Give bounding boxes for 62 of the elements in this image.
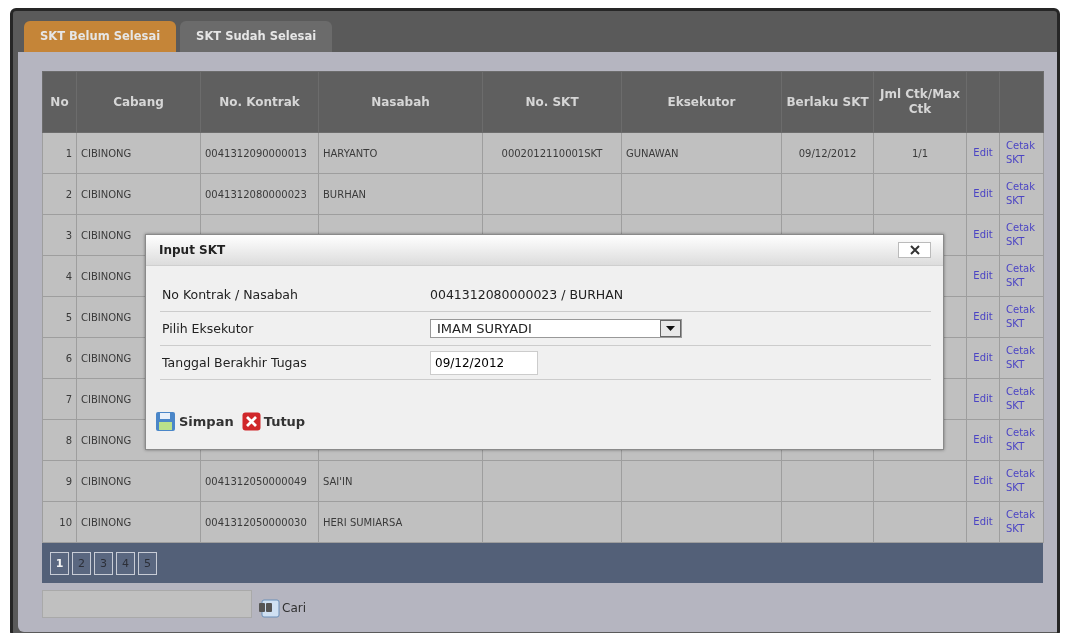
table-cell: 0002012110001SKT [482, 132, 622, 174]
page-button[interactable]: 4 [116, 551, 135, 575]
table-cell: 1/1 [873, 132, 967, 174]
table-cell: 3 [42, 214, 77, 256]
table-cell: 0041312080000023 [200, 173, 319, 215]
page-button[interactable]: 3 [94, 551, 113, 575]
column-header: Jml Ctk/Max Ctk [873, 71, 967, 133]
dropdown[interactable]: IMAM SURYADI [430, 319, 682, 338]
edit-link[interactable]: Edit [973, 146, 993, 160]
edit-link[interactable]: Edit [973, 392, 993, 406]
table-cell: 9 [42, 460, 77, 502]
edit-link[interactable]: Edit [973, 515, 993, 529]
page-button[interactable]: 5 [138, 551, 157, 575]
table-cell: 8 [42, 419, 77, 461]
page-button[interactable]: 1 [50, 551, 69, 575]
table-cell: CIBINONG [76, 501, 201, 543]
table-cell: 10 [42, 501, 77, 543]
table-cell: CIBINONG [76, 460, 201, 502]
table-cell: 5 [42, 296, 77, 338]
table-cell: 1 [42, 132, 77, 174]
table-cell: HARYANTO [318, 132, 483, 174]
column-header: Nasabah [318, 71, 483, 133]
column-header: No [42, 71, 77, 133]
edit-link[interactable]: Edit [973, 187, 993, 201]
edit-link[interactable]: Edit [973, 310, 993, 324]
date-field[interactable]: 09/12/2012 [430, 350, 538, 375]
table-cell: 7 [42, 378, 77, 420]
table-cell: 0041312050000030 [200, 501, 319, 543]
close-icon [909, 245, 920, 255]
table-cell: 09/12/2012 [781, 132, 874, 174]
edit-link[interactable]: Edit [973, 351, 993, 365]
page-button[interactable]: 2 [72, 551, 91, 575]
caret-icon [666, 326, 675, 331]
table-cell: GUNAWAN [621, 132, 782, 174]
table-cell: HERI SUMIARSA [318, 501, 483, 543]
column-header: Cabang [76, 71, 201, 133]
column-header: Eksekutor [621, 71, 782, 133]
search-button[interactable]: Cari [258, 598, 306, 618]
table-cell: 4 [42, 255, 77, 297]
table-cell: CIBINONG [76, 132, 201, 174]
table-cell: 2 [42, 173, 77, 215]
close-button[interactable] [898, 242, 931, 258]
field-value: 0041312080000023 / BURHAN [430, 287, 625, 302]
close-icon [241, 412, 261, 431]
table-cell: 0041312050000049 [200, 460, 319, 502]
edit-link[interactable]: Edit [973, 433, 993, 447]
table-cell: SAI'IN [318, 460, 483, 502]
column-header: Berlaku SKT [781, 71, 874, 133]
table-cell: 6 [42, 337, 77, 379]
column-header: No. SKT [482, 71, 622, 133]
edit-link[interactable]: Edit [973, 269, 993, 283]
tab[interactable]: SKT Sudah Selesai [180, 21, 333, 52]
edit-link[interactable]: Edit [973, 474, 993, 488]
column-header: No. Kontrak [200, 71, 319, 133]
binoculars-icon [258, 598, 280, 618]
floppy-icon [155, 411, 176, 432]
table-cell: CIBINONG [76, 173, 201, 215]
tab[interactable]: SKT Belum Selesai [24, 21, 177, 52]
table-cell: 0041312090000013 [200, 132, 319, 174]
edit-link[interactable]: Edit [973, 228, 993, 242]
close-button[interactable]: Tutup [241, 411, 306, 432]
table-cell: BURHAN [318, 173, 483, 215]
